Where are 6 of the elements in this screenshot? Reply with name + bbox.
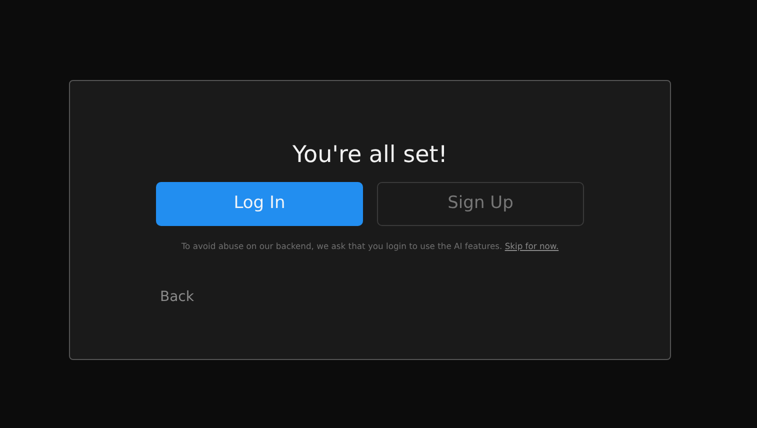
back-link[interactable]: Back xyxy=(160,286,194,308)
notice-text: To avoid abuse on our backend, we ask that you login to use the AI features. xyxy=(181,241,502,251)
dialog-title: You're all set! xyxy=(292,141,448,170)
login-button[interactable]: Log In xyxy=(156,182,363,226)
signup-button[interactable]: Sign Up xyxy=(377,182,584,226)
skip-link[interactable]: Skip for now. xyxy=(504,241,559,251)
